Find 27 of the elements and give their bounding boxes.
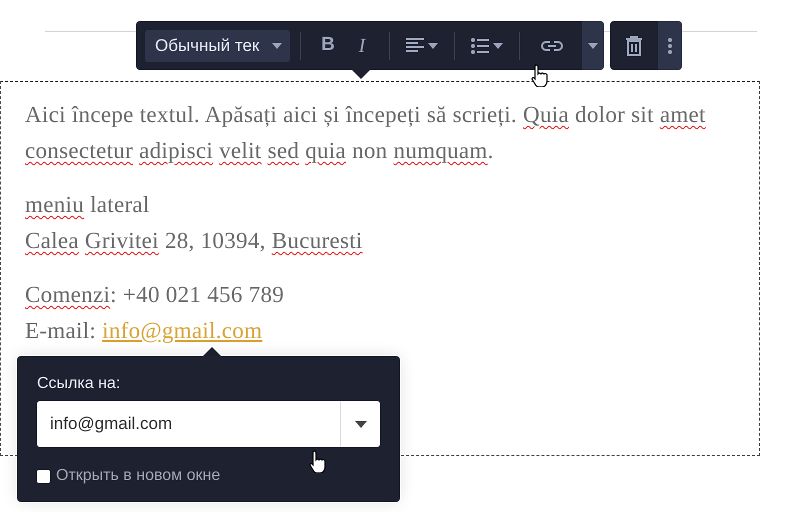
more-dropdown[interactable] bbox=[582, 21, 604, 70]
format-dropdown[interactable]: Обычный тек bbox=[145, 30, 290, 62]
bold-button[interactable]: B bbox=[311, 30, 345, 62]
paragraph-text: Comenzi: +40 021 456 789 bbox=[25, 281, 286, 309]
more-button[interactable] bbox=[658, 21, 682, 70]
link-label: Ссылка на: bbox=[37, 374, 122, 394]
paragraph-text: E-mail: info@gmail.com bbox=[25, 317, 264, 345]
link-icon bbox=[541, 40, 563, 52]
url-field[interactable]: info@gmail.com bbox=[37, 401, 340, 447]
paragraph-text: Aici începe textul. Apăsați aici și începeți să scrieți. Quia dolor sit amet consectetur adipisci velit sed quia non numquam. bbox=[25, 101, 707, 165]
align-left-icon bbox=[406, 38, 424, 54]
pointer-cursor-icon bbox=[530, 63, 550, 87]
caret-icon bbox=[428, 42, 438, 48]
new-window-checkbox[interactable] bbox=[37, 470, 50, 482]
kebab-menu-icon bbox=[668, 38, 672, 54]
caret-icon bbox=[354, 420, 366, 428]
caret-icon bbox=[272, 42, 282, 48]
trash-icon bbox=[626, 36, 642, 56]
pointer-cursor-icon bbox=[308, 449, 328, 473]
url-dropdown-button[interactable] bbox=[340, 401, 380, 447]
paragraph-text: Calea Grivitei 28, 10394, Bucuresti bbox=[25, 227, 364, 255]
paragraph-text: meniu lateral bbox=[25, 191, 151, 219]
caret-icon bbox=[588, 42, 598, 48]
list-icon bbox=[471, 38, 489, 54]
new-window-label: Открыть в новом окне bbox=[56, 466, 220, 486]
italic-button[interactable]: I bbox=[345, 30, 379, 62]
caret-icon bbox=[493, 42, 503, 48]
